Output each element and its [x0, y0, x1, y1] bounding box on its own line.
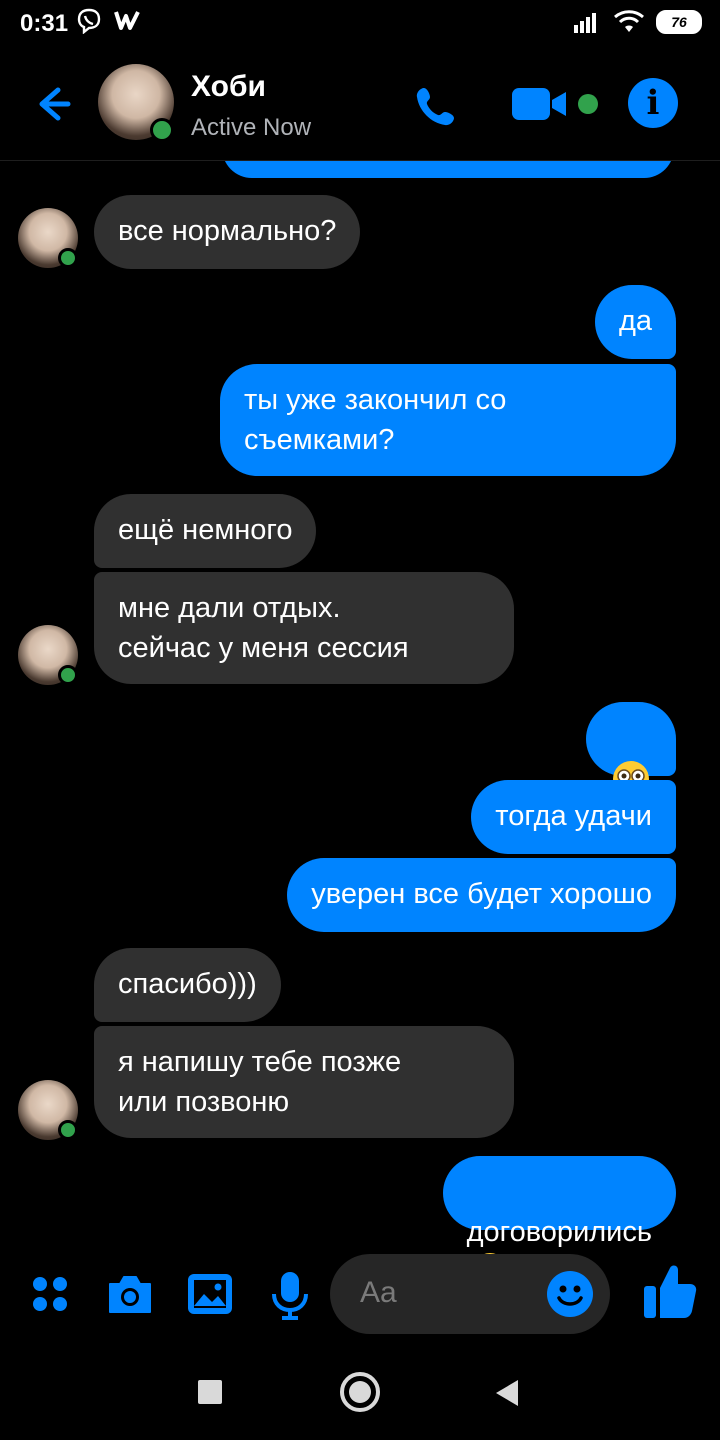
image-icon[interactable]: [186, 1272, 234, 1316]
message-bubble-outgoing[interactable]: да: [594, 285, 676, 359]
signal-icon: [574, 13, 596, 33]
message-bubble-incoming[interactable]: все нормально?: [94, 195, 361, 269]
battery-indicator: 76: [656, 10, 702, 34]
chat-header-top: Хоби Active Now i: [0, 58, 720, 160]
phone-icon[interactable]: [410, 80, 462, 132]
camera-icon[interactable]: [106, 1272, 154, 1316]
video-camera-icon[interactable]: [510, 82, 570, 126]
message-bubble-outgoing[interactable]: тогда удачи: [471, 780, 676, 854]
contact-status: Active Now: [191, 114, 312, 141]
thumbs-up-icon[interactable]: [642, 1262, 698, 1320]
battery-level: 76: [671, 14, 687, 30]
online-indicator: [150, 118, 174, 142]
message-text: договорились: [466, 1216, 652, 1248]
emoji-icon[interactable]: [546, 1270, 594, 1318]
video-active-dot: [578, 94, 598, 114]
info-icon[interactable]: i: [628, 78, 678, 128]
apps-grid-icon[interactable]: [30, 1274, 70, 1314]
message-bubble-incoming[interactable]: я напишу тебе позже или позвоню: [94, 1026, 514, 1138]
back-arrow-icon[interactable]: [28, 80, 76, 128]
recent-apps-button[interactable]: [198, 1380, 222, 1404]
message-bubble-emoji[interactable]: [586, 702, 676, 797]
wattpad-icon: [114, 11, 140, 30]
notification-icons: [76, 8, 142, 34]
wifi-icon: [614, 10, 644, 32]
viber-icon: [77, 8, 101, 34]
message-input-placeholder: Aa: [360, 1276, 397, 1309]
message-bubble-outgoing[interactable]: уверен все будет хорошо: [287, 858, 676, 932]
message-bubble-incoming[interactable]: мне дали отдых. сейчас у меня сессия: [94, 572, 514, 684]
sender-online-dot: [58, 248, 78, 268]
home-button[interactable]: [340, 1372, 380, 1412]
message-bubble-incoming[interactable]: ещё немного: [94, 494, 317, 568]
status-time: 0:31: [20, 10, 69, 37]
sender-online-dot: [58, 665, 78, 685]
back-nav-icon[interactable]: [494, 1378, 520, 1408]
sender-online-dot: [58, 1120, 78, 1140]
microphone-icon[interactable]: [268, 1270, 312, 1320]
status-indicators: 76: [574, 10, 702, 34]
contact-name[interactable]: Хоби: [191, 70, 266, 104]
message-bubble-outgoing-last[interactable]: договорились: [442, 1156, 676, 1289]
message-bubble-outgoing[interactable]: ты уже закончил со съемками?: [220, 364, 676, 476]
message-bubble-incoming[interactable]: спасибо))): [94, 948, 281, 1022]
